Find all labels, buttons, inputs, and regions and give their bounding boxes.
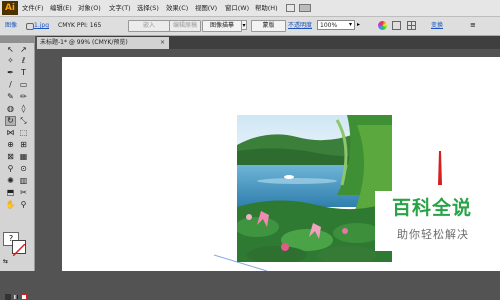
menu-help[interactable]: 帮助(H): [255, 0, 278, 16]
menu-edit[interactable]: 编辑(E): [50, 0, 72, 16]
column-graph-tool-icon[interactable]: ▥: [18, 176, 29, 186]
pen-tool-icon[interactable]: ✒: [5, 68, 16, 78]
blend-tool-icon[interactable]: ⊙: [18, 164, 29, 174]
recolor-icon[interactable]: [378, 21, 387, 30]
placed-image[interactable]: [237, 115, 392, 262]
edit-original-button[interactable]: 编辑原稿: [169, 20, 201, 32]
menu-window[interactable]: 窗口(W): [225, 0, 249, 16]
lasso-tool-icon[interactable]: ℓ: [18, 56, 29, 66]
opacity-label[interactable]: 不透明度: [288, 21, 312, 31]
magic-wand-tool-icon[interactable]: ✧: [5, 56, 16, 66]
artboard[interactable]: 百科全说 助你轻松解决: [62, 57, 500, 271]
selection-type-label: 图像: [5, 22, 18, 29]
eyedropper-tool-icon[interactable]: ⚲: [5, 164, 16, 174]
line-tool-icon[interactable]: /: [5, 80, 16, 90]
color-info-text: CMYK PPI: 165: [58, 22, 102, 29]
control-panel-menu-icon[interactable]: ≡: [470, 21, 478, 29]
linked-file-name[interactable]: 1.jpg: [34, 21, 49, 31]
swap-fill-stroke-icon[interactable]: ⇆: [3, 258, 11, 266]
paintbrush-tool-icon[interactable]: ✎: [5, 92, 16, 102]
arrange-documents-icon[interactable]: [299, 4, 311, 12]
link-icon: [26, 23, 34, 30]
reference-point-icon[interactable]: [407, 21, 416, 30]
scale-tool-icon[interactable]: ⤡: [18, 116, 29, 126]
symbol-sprayer-tool-icon[interactable]: ✺: [5, 176, 16, 186]
free-transform-tool-icon[interactable]: ⬚: [18, 128, 29, 138]
menu-file[interactable]: 文件(F): [22, 0, 43, 16]
eraser-tool-icon[interactable]: ◊: [18, 104, 29, 114]
menu-object[interactable]: 对象(O): [78, 0, 101, 16]
menu-bar: Ai 文件(F) 编辑(E) 对象(O) 文字(T) 选择(S) 效果(C) 视…: [0, 0, 500, 17]
tools-panel: ↖ ↗ ✧ ℓ ✒ T / ▭ ✎ ✏ ◍ ◊ ↻ ⤡ ⋈ ⬚ ⊕ ⊞ ⊠ ▦ …: [0, 36, 35, 300]
menu-view[interactable]: 视图(V): [195, 0, 217, 16]
document-tab-title: 未标题-1* @ 99% (CMYK/预览): [40, 39, 128, 46]
menu-select[interactable]: 选择(S): [137, 0, 159, 16]
opacity-slider-icon[interactable]: ▸: [357, 21, 360, 29]
align-icon[interactable]: [392, 21, 401, 30]
gradient-tool-icon[interactable]: ▦: [18, 152, 29, 162]
control-bar: 图像 1.jpg CMYK PPI: 165 嵌入 编辑原稿 图像描摹 ▾ 蒙版…: [0, 17, 500, 36]
watermark-title: 百科全说: [392, 197, 473, 219]
gradient-mode-icon[interactable]: [13, 294, 19, 300]
rectangle-tool-icon[interactable]: ▭: [18, 80, 29, 90]
width-tool-icon[interactable]: ⋈: [5, 128, 16, 138]
no-stroke-icon: [12, 243, 26, 257]
perspective-grid-tool-icon[interactable]: ⊞: [18, 140, 29, 150]
type-tool-icon[interactable]: T: [18, 68, 29, 78]
watermark-overlay: 百科全说 助你轻松解决: [375, 191, 499, 251]
opacity-dropdown-icon[interactable]: ▾: [349, 21, 352, 29]
watermark-subtitle: 助你轻松解决: [397, 228, 469, 241]
red-marker-shape: [438, 151, 442, 185]
color-mode-icon[interactable]: [5, 294, 11, 300]
stroke-swatch[interactable]: [12, 240, 26, 257]
zoom-tool-icon[interactable]: ⚲: [18, 200, 29, 210]
close-tab-icon[interactable]: ×: [160, 37, 165, 49]
hand-tool-icon[interactable]: ✋: [5, 200, 16, 210]
none-mode-icon[interactable]: [21, 294, 27, 300]
direct-selection-tool-icon[interactable]: ↗: [18, 45, 29, 55]
canvas-area[interactable]: 百科全说 助你轻松解决: [37, 49, 500, 271]
pencil-tool-icon[interactable]: ✏: [18, 92, 29, 102]
blob-brush-tool-icon[interactable]: ◍: [5, 104, 16, 114]
document-tab-bar: 未标题-1* @ 99% (CMYK/预览) ×: [37, 36, 500, 49]
menu-type[interactable]: 文字(T): [109, 0, 131, 16]
trace-options-chevron-icon[interactable]: ▾: [241, 20, 247, 30]
menu-effect[interactable]: 效果(C): [166, 0, 188, 16]
selection-tool-icon[interactable]: ↖: [5, 45, 16, 55]
tools-panel-header[interactable]: [0, 36, 34, 43]
image-trace-button[interactable]: 图像描摹: [202, 20, 242, 32]
mesh-tool-icon[interactable]: ⊠: [5, 152, 16, 162]
workspace-icon[interactable]: [286, 4, 295, 12]
app-logo: Ai: [2, 1, 18, 15]
artboard-tool-icon[interactable]: ⬒: [5, 188, 16, 198]
slice-tool-icon[interactable]: ✂: [18, 188, 29, 198]
rotate-tool-icon[interactable]: ↻: [5, 116, 16, 126]
mask-button[interactable]: 蒙版: [251, 20, 286, 32]
transform-label[interactable]: 变换: [431, 21, 443, 31]
document-tab[interactable]: 未标题-1* @ 99% (CMYK/预览) ×: [37, 37, 169, 49]
embed-button[interactable]: 嵌入: [128, 20, 170, 32]
lake-lotus-photo: [237, 115, 392, 262]
shape-builder-tool-icon[interactable]: ⊕: [5, 140, 16, 150]
